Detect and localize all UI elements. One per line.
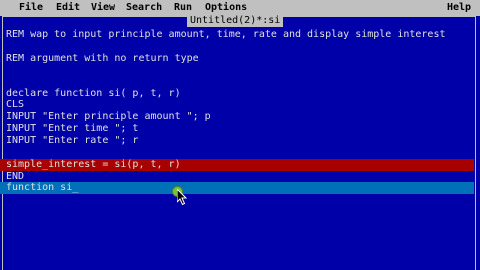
code-line[interactable] bbox=[0, 77, 474, 88]
code-line[interactable] bbox=[0, 65, 474, 76]
menu-view[interactable]: View bbox=[91, 2, 115, 14]
code-line-text: INPUT "Enter rate "; r bbox=[6, 135, 139, 146]
code-line-text: INPUT "Enter time "; t bbox=[6, 123, 139, 134]
menu-file[interactable]: File bbox=[19, 2, 43, 14]
code-line-text: declare function si( p, t, r) bbox=[6, 88, 181, 99]
code-line-text: INPUT "Enter principle amount "; p bbox=[6, 111, 211, 122]
code-line[interactable]: REM wap to input principle amount, time,… bbox=[0, 29, 474, 40]
code-line[interactable] bbox=[0, 147, 474, 158]
menu-search[interactable]: Search bbox=[126, 2, 162, 14]
code-line-text: function si_ bbox=[6, 182, 79, 193]
code-line-text: simple_interest = si(p, t, r) bbox=[6, 159, 181, 170]
code-line-text: REM wap to input principle amount, time,… bbox=[6, 29, 446, 40]
code-line[interactable]: CLS bbox=[0, 99, 474, 110]
menu-help[interactable]: Help bbox=[447, 2, 471, 14]
menu-options[interactable]: Options bbox=[205, 2, 247, 14]
code-line-text: REM argument with no return type bbox=[6, 53, 199, 64]
code-line[interactable]: INPUT "Enter rate "; r bbox=[0, 135, 474, 146]
document-title: Untitled(2)*:si bbox=[187, 14, 284, 27]
code-line[interactable]: INPUT "Enter time "; t bbox=[0, 123, 474, 134]
menu-edit[interactable]: Edit bbox=[56, 2, 80, 14]
code-line[interactable]: END bbox=[0, 171, 474, 182]
menu-run[interactable]: Run bbox=[174, 2, 192, 14]
code-line-current[interactable]: function si_ bbox=[0, 182, 474, 194]
code-line[interactable] bbox=[0, 41, 474, 52]
code-line-highlighted-red[interactable]: simple_interest = si(p, t, r) bbox=[0, 159, 474, 171]
code-line-text: END bbox=[6, 171, 25, 182]
code-line[interactable]: INPUT "Enter principle amount "; p bbox=[0, 111, 474, 122]
code-line[interactable]: REM argument with no return type bbox=[0, 53, 474, 64]
code-line-text: CLS bbox=[6, 99, 25, 110]
code-line[interactable]: declare function si( p, t, r) bbox=[0, 88, 474, 99]
